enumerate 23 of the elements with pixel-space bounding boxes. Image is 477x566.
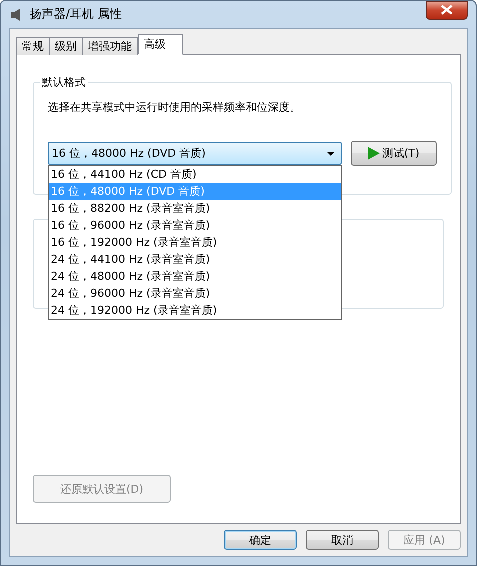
close-button[interactable] — [426, 0, 468, 20]
dropdown-option[interactable]: 16 位，88200 Hz (录音室音质) — [49, 200, 341, 217]
format-dropdown[interactable]: 16 位，48000 Hz (DVD 音质) — [48, 142, 342, 165]
test-button[interactable]: 测试(T) — [351, 141, 437, 166]
dropdown-option[interactable]: 24 位，192000 Hz (录音室音质) — [49, 302, 341, 319]
dropdown-arrow-icon — [327, 152, 335, 156]
dropdown-option[interactable]: 24 位，48000 Hz (录音室音质) — [49, 268, 341, 285]
dialog-button[interactable]: 确定 — [224, 530, 297, 550]
window-title: 扬声器/耳机 属性 — [30, 6, 123, 23]
dropdown-option[interactable]: 16 位，192000 Hz (录音室音质) — [49, 234, 341, 251]
dropdown-option[interactable]: 16 位，44100 Hz (CD 音质) — [49, 166, 341, 183]
group-title: 默认格式 — [41, 75, 87, 90]
description-text: 选择在共享模式中运行时使用的采样频率和位深度。 — [48, 100, 302, 115]
tab[interactable]: 级别 — [49, 37, 83, 55]
tab[interactable]: 高级 — [138, 34, 183, 55]
tab[interactable]: 常规 — [16, 37, 50, 55]
tab[interactable]: 增强功能 — [82, 37, 138, 55]
close-icon — [441, 5, 453, 15]
dialog-button[interactable]: 取消 — [306, 530, 379, 550]
dropdown-option[interactable]: 24 位，96000 Hz (录音室音质) — [49, 285, 341, 302]
dropdown-option[interactable]: 24 位，44100 Hz (录音室音质) — [49, 251, 341, 268]
play-icon — [368, 147, 380, 160]
dropdown-option[interactable]: 16 位，96000 Hz (录音室音质) — [49, 217, 341, 234]
